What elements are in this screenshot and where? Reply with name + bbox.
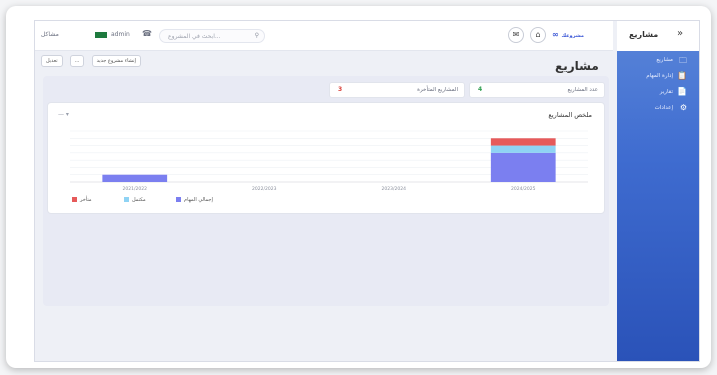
stat-card-projects[interactable]: عدد المشاريع 4	[469, 82, 605, 98]
legend-item-complete[interactable]: مكتمل	[124, 197, 146, 203]
mail-icon[interactable]: ✉	[508, 27, 524, 43]
page-actions: تعديل ... إنشاء مشروع جديد	[41, 55, 143, 69]
x-tick-label: 2021/2022	[123, 186, 148, 192]
user-menu[interactable]: admin	[111, 31, 130, 38]
sidebar-item-reports[interactable]: تقارير 📄	[625, 87, 695, 99]
more-button[interactable]: ...	[69, 55, 85, 67]
legend-item-late[interactable]: متأخر	[72, 197, 92, 203]
document-icon: 📄	[677, 87, 687, 96]
chart-bar[interactable]	[490, 145, 556, 153]
chart-bar[interactable]	[490, 138, 556, 146]
search-input[interactable]: ابحث في المشروع...	[168, 33, 221, 40]
folder-icon: 🗀	[679, 56, 687, 65]
legend-label: متأخر	[80, 197, 92, 203]
gear-icon: ⚙	[679, 103, 687, 112]
flag-icon[interactable]	[95, 32, 107, 38]
language-selector[interactable]: مشاكل	[41, 31, 59, 38]
stat-label: المشاريع المتأخرة	[417, 87, 458, 93]
chart-bar[interactable]	[490, 152, 556, 182]
edit-button[interactable]: تعديل	[41, 55, 63, 67]
sidebar: مشاريع » مشاريع 🗀 إدارة المهام 📋 تقارير …	[617, 21, 699, 361]
create-project-button[interactable]: إنشاء مشروع جديد	[91, 55, 141, 67]
legend-label: إجمالي المهام	[184, 197, 213, 203]
sidebar-item-tasks[interactable]: إدارة المهام 📋	[625, 71, 695, 83]
chart-bar[interactable]	[102, 174, 168, 182]
top-bar: مشاكل admin ☎ ابحث في المشروع... ⚲ ✉ ⌂ ∞…	[35, 21, 629, 51]
clipboard-icon: 📋	[677, 71, 687, 80]
logo-mark-icon: ∞	[552, 30, 559, 39]
x-tick-label: 2023/2024	[382, 186, 407, 192]
legend-swatch	[124, 197, 129, 202]
chart-card: ملخص المشاريع — ▾ 2021/2022 2022/2023 2023…	[47, 102, 605, 214]
stat-value: 4	[478, 86, 483, 93]
screenshot-frame: مشاكل admin ☎ ابحث في المشروع... ⚲ ✉ ⌂ ∞…	[6, 6, 711, 368]
legend-label: مكتمل	[132, 197, 146, 203]
stat-card-late[interactable]: المشاريع المتأخرة 3	[329, 82, 465, 98]
stat-label: عدد المشاريع	[567, 87, 598, 93]
search-box[interactable]: ابحث في المشروع... ⚲	[159, 29, 265, 43]
sidebar-item-label: إعدادات	[654, 105, 673, 111]
sidebar-item-label: إدارة المهام	[646, 73, 673, 79]
stat-value: 3	[338, 86, 343, 93]
x-tick-label: 2024/2025	[511, 186, 536, 192]
dashboard-content: عدد المشاريع 4 المشاريع المتأخرة 3 ملخص …	[43, 76, 609, 306]
sidebar-item-settings[interactable]: إعدادات ⚙	[625, 103, 695, 115]
x-tick-label: 2022/2023	[252, 186, 277, 192]
bell-icon[interactable]: ☎	[142, 29, 152, 38]
sidebar-header: مشاريع »	[617, 21, 699, 51]
legend-swatch	[72, 197, 77, 202]
page-title: مشاريع	[555, 59, 599, 73]
search-icon[interactable]: ⚲	[255, 32, 259, 39]
logo-text: مشروعك	[561, 33, 584, 39]
chevrons-right-icon[interactable]: »	[677, 28, 683, 39]
sidebar-title: مشاريع	[629, 30, 659, 39]
app-window: مشاكل admin ☎ ابحث في المشروع... ⚲ ✉ ⌂ ∞…	[34, 20, 700, 362]
home-icon[interactable]: ⌂	[530, 27, 546, 43]
legend-item-total[interactable]: إجمالي المهام	[176, 197, 213, 203]
sidebar-item-label: مشاريع	[656, 57, 673, 63]
sidebar-item-label: تقارير	[659, 89, 673, 95]
legend-swatch	[176, 197, 181, 202]
app-logo[interactable]: ∞ مشروعك	[552, 30, 584, 39]
sidebar-item-projects[interactable]: مشاريع 🗀	[625, 55, 695, 67]
